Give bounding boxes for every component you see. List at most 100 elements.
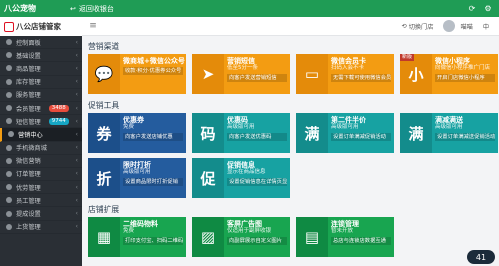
sidebar-item-14[interactable]: 上货管理 ‹ bbox=[0, 221, 82, 234]
tile-description: 设置促销信息在详情页显示 bbox=[227, 178, 287, 186]
feature-tile[interactable]: 满第二件半价 高级版可用 设置订单满减促销活动 bbox=[296, 113, 394, 153]
sidebar-item-6[interactable]: 短信管理 9744 ‹ bbox=[0, 115, 82, 129]
tile-description: 总店与连锁店数据互通 bbox=[331, 237, 391, 245]
tile-subtitle: 向微信小程序推广门店 bbox=[435, 65, 491, 71]
chain-icon: ▤ bbox=[296, 217, 328, 257]
tile-subtitle: 显示在商品信息 bbox=[227, 169, 266, 175]
menu-item-icon bbox=[6, 52, 12, 59]
tile-title: 促销信息 bbox=[227, 161, 255, 169]
promo-info-icon: 促 bbox=[192, 158, 224, 198]
back-to-cashier-button[interactable]: ↩ 返回收银台 bbox=[60, 4, 114, 14]
sidebar: 八公店铺管家 控制面板 ‹ 基础设置 ‹ 商品管理 ‹ 库存管理 ‹ 服务管理 ‹ 会员管理 3488… bbox=[0, 17, 82, 266]
tile-description: 设置订单满减送促销活动 bbox=[435, 133, 495, 141]
half-price-icon: 满 bbox=[296, 113, 328, 153]
sidebar-item-label: 库存管理 bbox=[16, 79, 41, 87]
sidebar-item-0[interactable]: 控制面板 ‹ bbox=[0, 36, 82, 50]
tile-subtitle: 免费 bbox=[123, 228, 135, 234]
sidebar-item-1[interactable]: 基础设置 ‹ bbox=[0, 49, 82, 63]
tile-description: 设置商品限时打折促销 bbox=[123, 178, 183, 186]
sidebar-item-label: 控制面板 bbox=[16, 39, 41, 47]
tile-description: 向客户发送营销短信 bbox=[227, 74, 287, 82]
tile-description: 向副屏展示自定义图片 bbox=[227, 237, 287, 245]
chevron-left-icon: ‹ bbox=[75, 130, 78, 138]
sidebar-item-label: 微信营销 bbox=[16, 158, 41, 166]
feature-tile[interactable]: ▤ 连锁管理 暂未开放 总店与连锁店数据互通 bbox=[296, 217, 394, 257]
sidebar-item-label: 优劳管理 bbox=[16, 184, 41, 192]
menu-item-icon bbox=[6, 223, 12, 230]
tile-title: 微商城+微信公众号 bbox=[123, 57, 185, 65]
menu-item-icon bbox=[6, 105, 12, 112]
user-menu[interactable]: 喵喵 bbox=[443, 20, 473, 32]
tile-subtitle: 高级版可用 bbox=[227, 124, 255, 130]
sidebar-item-11[interactable]: 优劳管理 ‹ bbox=[0, 181, 82, 195]
feature-tile[interactable]: 促促销信息 显示在商品信息设置促销信息在详情页显示 bbox=[192, 158, 290, 198]
chevron-left-icon: ‹ bbox=[75, 64, 78, 72]
switch-store-link[interactable]: ⟲ 切换门店 bbox=[402, 22, 434, 31]
feature-tile[interactable]: 码优惠码 高级版可用 向客户发送优惠码 bbox=[192, 113, 290, 153]
sidebar-item-3[interactable]: 库存管理 ‹ bbox=[0, 76, 82, 89]
corner-badge[interactable]: 41 bbox=[467, 250, 495, 264]
section-title: 店铺扩展 bbox=[88, 205, 120, 214]
tile-row: ▦ 二维码物料 免费 打印支付宝、扫码二维码 ▨ 客屏广告图 仅适用于副屏收银 向副屏展示自定… bbox=[88, 217, 499, 257]
feature-tile[interactable]: 满满减满送 高级版可用 设置订单满减送促销活动 bbox=[400, 113, 498, 153]
chevron-left-icon: ‹ bbox=[75, 51, 78, 59]
tile-title: 营销短信 bbox=[227, 57, 255, 65]
tile-description: 设置订单满减促销活动 bbox=[331, 133, 391, 141]
chevron-left-icon: ‹ bbox=[75, 183, 78, 191]
sidebar-item-label: 营销中心 bbox=[18, 131, 43, 139]
chevron-left-icon: ‹ bbox=[75, 196, 78, 204]
qrcode-icon: ▦ bbox=[88, 217, 120, 257]
tile-description: 打印支付宝、扫码二维码 bbox=[123, 237, 183, 245]
tile-title: 微信小程序 bbox=[435, 57, 470, 65]
tile-description: 向客户发送优惠码 bbox=[227, 133, 287, 141]
chevron-left-icon: ‹ bbox=[75, 78, 78, 86]
chevron-left-icon: ‹ bbox=[75, 157, 78, 165]
feature-tile[interactable]: 💬 微商城+微信公众号 收款·积分·优惠券公众号 bbox=[88, 54, 186, 94]
menu-item-icon bbox=[6, 210, 12, 217]
menu-item-icon bbox=[6, 78, 12, 85]
sidebar-item-8[interactable]: 手机微商城 ‹ bbox=[0, 142, 82, 155]
sidebar-item-13[interactable]: 提成设置 ‹ bbox=[0, 207, 82, 221]
settings-icon[interactable]: ⚙ bbox=[483, 4, 493, 14]
menu-item-icon bbox=[6, 144, 12, 151]
chevron-left-icon: ‹ bbox=[75, 117, 78, 125]
header: ≡ ⟲ 切换门店 喵喵 中 bbox=[82, 17, 499, 36]
menu-toggle-icon[interactable]: ≡ bbox=[86, 21, 100, 31]
language-toggle[interactable]: 中 bbox=[483, 22, 489, 31]
tile-title: 客屏广告图 bbox=[227, 220, 262, 228]
tile-description: 无需下载可使用微信会员卡 bbox=[331, 74, 391, 82]
sidebar-item-10[interactable]: 订单管理 ‹ bbox=[0, 168, 82, 182]
coupon-icon: 券 bbox=[88, 113, 120, 153]
tile-row: 折限时打折 高级版可用 设置商品限时打折促销促促销信息 显示在商品信息 设置促销信息在详… bbox=[88, 158, 499, 198]
feature-tile[interactable]: ▦ 二维码物料 免费 打印支付宝、扫码二维码 bbox=[88, 217, 186, 257]
sidebar-item-label: 订单管理 bbox=[16, 171, 41, 179]
sidebar-item-9[interactable]: 微信营销 ‹ bbox=[0, 155, 82, 168]
chevron-left-icon: ‹ bbox=[75, 170, 78, 178]
tile-subtitle: 低至5分一条 bbox=[227, 65, 258, 71]
tile-description: 收款·积分·优惠券公众号 bbox=[123, 67, 183, 75]
tile-title: 连锁管理 bbox=[331, 220, 359, 228]
feature-tile[interactable]: 折限时打折 高级版可用 设置商品限时打折促销 bbox=[88, 158, 186, 198]
feature-tile[interactable]: ▨ 客屏广告图 仅适用于副屏收银 向副屏展示自定义图片 bbox=[192, 217, 290, 257]
tile-description: 向客户发送店铺优惠 bbox=[123, 133, 183, 141]
sidebar-item-7[interactable]: 营销中心 ‹ bbox=[0, 128, 82, 142]
feature-tile[interactable]: 小微信小程序 向微信小程序推广门店 开启门店微信小程序 新版 bbox=[400, 54, 498, 94]
tile-row: 券优惠券 免费 向客户发送店铺优惠码优惠码 高级版可用 向客户发送优惠码满第二件半价 高级… bbox=[88, 113, 499, 153]
refresh-icon[interactable]: ⟳ bbox=[467, 4, 477, 14]
chevron-left-icon: ‹ bbox=[75, 223, 78, 231]
feature-tile[interactable]: ➤ 营销短信 低至5分一条 向客户发送营销短信 bbox=[192, 54, 290, 94]
sidebar-item-4[interactable]: 服务管理 ‹ bbox=[0, 89, 82, 102]
tile-subtitle: 高级版可用 bbox=[123, 169, 151, 175]
tile-subtitle: 免费 bbox=[123, 124, 135, 130]
sidebar-item-5[interactable]: 会员管理 3488 ‹ bbox=[0, 102, 82, 116]
feature-tile[interactable]: ▭ 微信会员卡 扫码入会不卡 无需下载可使用微信会员卡 bbox=[296, 54, 394, 94]
sidebar-item-12[interactable]: 员工管理 ‹ bbox=[0, 194, 82, 208]
menu-item-icon bbox=[8, 131, 14, 138]
back-arrow-icon: ↩ bbox=[70, 4, 76, 13]
chevron-left-icon: ‹ bbox=[75, 144, 78, 152]
feature-tile[interactable]: 券优惠券 免费向客户发送店铺优惠 bbox=[88, 113, 186, 153]
tile-title: 优惠券 bbox=[123, 116, 144, 124]
tile-title: 第二件半价 bbox=[331, 116, 366, 124]
sidebar-item-2[interactable]: 商品管理 ‹ bbox=[0, 62, 82, 76]
menu-item-icon bbox=[6, 197, 12, 204]
